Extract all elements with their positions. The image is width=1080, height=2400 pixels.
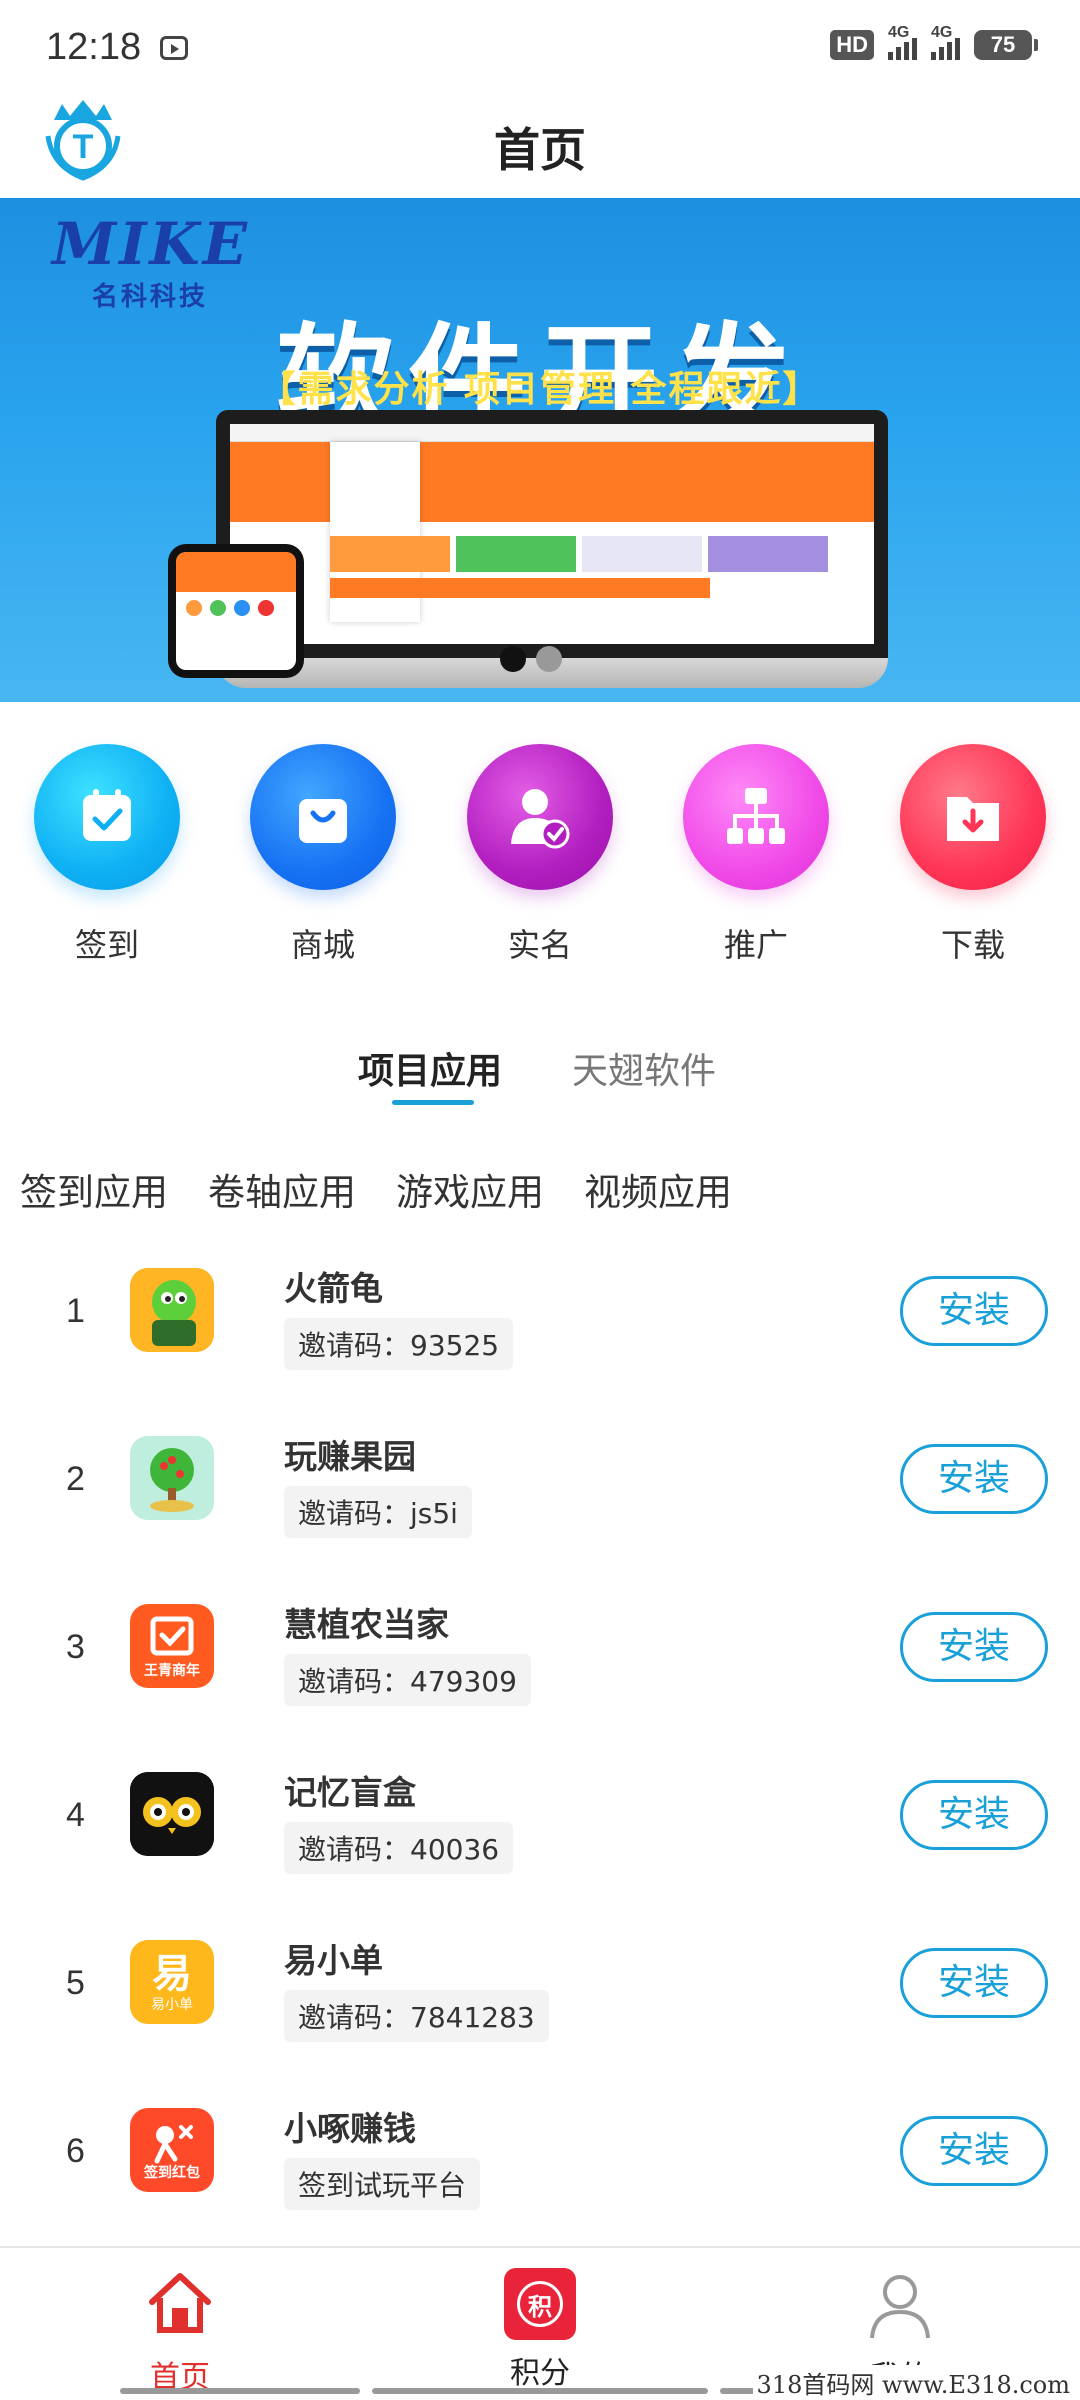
gesture-bar xyxy=(372,2388,708,2394)
category-filters: 签到应用 卷轴应用 游戏应用 视频应用 xyxy=(20,1162,732,1216)
battery-icon: 75 xyxy=(974,30,1038,60)
owl-app-icon xyxy=(130,1772,214,1856)
profile-icon xyxy=(870,2275,930,2339)
banner-brand: MIKE xyxy=(52,210,250,278)
network-label-1: 4G xyxy=(888,24,910,41)
app-rank: 2 xyxy=(66,1460,85,1498)
shopping-bag-icon xyxy=(250,744,396,890)
app-header: T 首页 xyxy=(0,92,1080,198)
invite-code: 邀请码：93525 xyxy=(284,1318,514,1370)
install-button[interactable]: 安装 xyxy=(900,1276,1048,1346)
promo-banner[interactable]: MIKE 名科科技 软件开发 【需求分析 项目管理 全程跟近】 xyxy=(0,198,1080,702)
quick-action-checkin[interactable]: 签到 xyxy=(32,744,182,966)
tab-tianchi-software[interactable]: 天翅软件 xyxy=(572,1042,716,1094)
quick-action-label: 实名 xyxy=(507,926,572,964)
app-list-item: 2 玩赚果园 邀请码：js5i 安装 xyxy=(0,1424,1080,1592)
app-name: 玩赚果园 xyxy=(284,1437,416,1476)
calendar-check-icon xyxy=(34,744,180,890)
farm-app-icon-text: 王青商年 xyxy=(144,1663,200,1679)
yixiaodan-app-icon: 易 易小单 xyxy=(130,1940,214,2024)
status-time: 12:18 xyxy=(46,26,142,68)
app-name: 火箭龟 xyxy=(284,1269,383,1308)
yixiaodan-icon-glyph: 易 xyxy=(152,1951,192,1997)
tv-notification-icon xyxy=(160,36,188,60)
app-description: 签到试玩平台 xyxy=(284,2158,481,2210)
download-folder-icon xyxy=(900,744,1046,890)
signal-icon: 4G xyxy=(888,24,917,60)
install-button[interactable]: 安装 xyxy=(900,1612,1048,1682)
app-name: 小啄赚钱 xyxy=(284,2109,416,2148)
banner-dot[interactable] xyxy=(536,646,562,672)
content-tabs: 项目应用 天翅软件 xyxy=(0,1030,1080,1110)
app-rank: 5 xyxy=(66,1964,85,2002)
app-rank: 1 xyxy=(66,1292,85,1330)
quick-action-label: 商城 xyxy=(290,926,355,964)
app-list: 1 火箭龟 邀请码：93525 安装 2 玩赚果园 邀请码：js5i 安装 3 … xyxy=(0,1256,1080,2264)
banner-tagline: 【需求分析 项目管理 全程跟近】 xyxy=(259,369,821,410)
install-button[interactable]: 安装 xyxy=(900,1444,1048,1514)
org-chart-icon xyxy=(683,744,829,890)
xiaozhuo-icon-text: 签到红包 xyxy=(144,2165,200,2181)
signal-icon: 4G xyxy=(931,24,960,60)
app-name: 记忆盲盒 xyxy=(284,1773,416,1812)
phone-illustration xyxy=(168,544,304,678)
active-tab-indicator xyxy=(392,1100,474,1105)
app-name: 易小单 xyxy=(284,1941,383,1980)
page-title: 首页 xyxy=(494,123,586,177)
category-video-apps[interactable]: 视频应用 xyxy=(584,1162,732,1216)
nav-points[interactable]: 积 积分 xyxy=(460,2268,620,2392)
app-list-item: 3 王青商年 慧植农当家 邀请码：479309 安装 xyxy=(0,1592,1080,1760)
gesture-bar xyxy=(120,2388,360,2394)
yixiaodan-icon-text: 易小单 xyxy=(151,1997,193,2013)
category-scroll-apps[interactable]: 卷轴应用 xyxy=(208,1162,356,1216)
quick-actions: 签到 商城 实名 推广 下载 xyxy=(0,744,1080,974)
rocket-turtle-app-icon xyxy=(130,1268,214,1352)
quick-action-mall[interactable]: 商城 xyxy=(248,744,398,966)
app-rank: 4 xyxy=(66,1796,85,1834)
app-rank: 6 xyxy=(66,2132,85,2170)
quick-action-label: 下载 xyxy=(940,926,1005,964)
app-name: 慧植农当家 xyxy=(284,1605,449,1644)
app-list-item: 1 火箭龟 邀请码：93525 安装 xyxy=(0,1256,1080,1424)
home-icon xyxy=(149,2273,211,2333)
quick-action-download[interactable]: 下载 xyxy=(898,744,1048,966)
invite-code: 邀请码：js5i xyxy=(284,1486,472,1538)
xiaozhuo-app-icon: 签到红包 xyxy=(130,2108,214,2192)
install-button[interactable]: 安装 xyxy=(900,2116,1048,2186)
quick-action-label: 签到 xyxy=(74,926,139,964)
banner-dot-active[interactable] xyxy=(500,646,526,672)
status-bar: 12:18 HD 4G 4G 75 xyxy=(0,0,1080,92)
network-label-2: 4G xyxy=(931,24,953,41)
banner-tagline-wrap: 【需求分析 项目管理 全程跟近】 xyxy=(0,360,1080,412)
monitor-illustration xyxy=(216,410,888,658)
category-game-apps[interactable]: 游戏应用 xyxy=(396,1162,544,1216)
app-list-item: 6 签到红包 小啄赚钱 签到试玩平台 安装 xyxy=(0,2096,1080,2264)
verified-user-icon xyxy=(467,744,613,890)
invite-code: 邀请码：479309 xyxy=(284,1654,531,1706)
install-button[interactable]: 安装 xyxy=(900,1780,1048,1850)
category-checkin-apps[interactable]: 签到应用 xyxy=(20,1162,168,1216)
install-button[interactable]: 安装 xyxy=(900,1948,1048,2018)
watermark: 318首码网 www.E318.com xyxy=(752,2365,1074,2400)
points-glyph: 积 xyxy=(517,2281,563,2327)
invite-code: 邀请码：7841283 xyxy=(284,1990,549,2042)
hd-badge: HD xyxy=(830,30,874,60)
app-rank: 3 xyxy=(66,1628,85,1666)
app-list-item: 4 记忆盲盒 邀请码：40036 安装 xyxy=(0,1760,1080,1928)
nav-label: 积分 xyxy=(510,2356,570,2391)
farm-app-icon: 王青商年 xyxy=(130,1604,214,1688)
orchard-app-icon xyxy=(130,1436,214,1520)
app-list-item: 5 易 易小单 易小单 邀请码：7841283 安装 xyxy=(0,1928,1080,2096)
quick-action-promote[interactable]: 推广 xyxy=(681,744,831,966)
invite-code: 邀请码：40036 xyxy=(284,1822,514,1874)
status-indicators: HD 4G 4G 75 xyxy=(830,24,1038,60)
quick-action-verify[interactable]: 实名 xyxy=(465,744,615,966)
quick-action-label: 推广 xyxy=(723,926,788,964)
nav-home[interactable]: 首页 xyxy=(100,2268,260,2396)
banner-pagination xyxy=(500,646,562,672)
points-icon: 积 xyxy=(504,2268,576,2340)
tab-project-apps[interactable]: 项目应用 xyxy=(358,1042,502,1094)
